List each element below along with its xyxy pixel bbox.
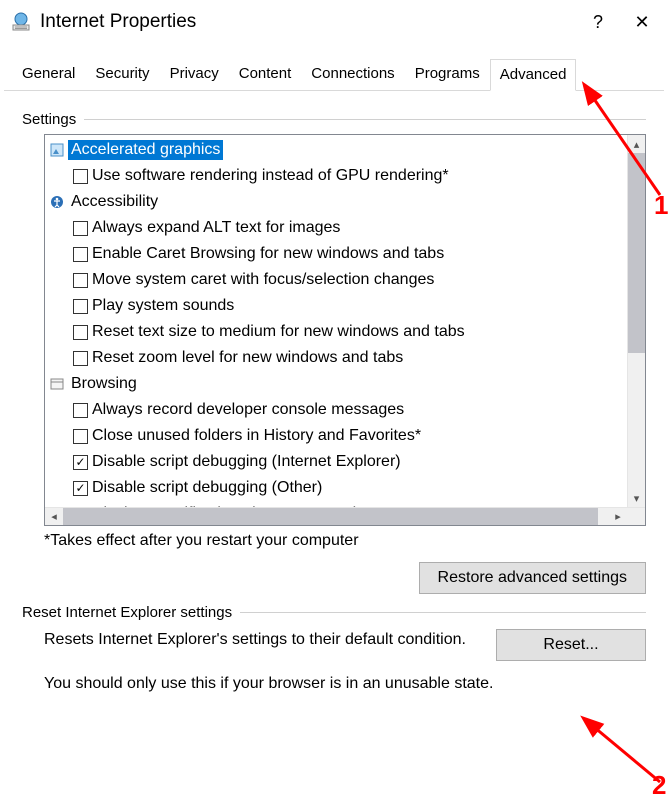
tree-item[interactable]: Always record developer console messages	[45, 397, 627, 423]
tree-item-label: Play system sounds	[92, 297, 234, 315]
scroll-thumb[interactable]	[628, 153, 645, 353]
tab-connections[interactable]: Connections	[301, 58, 404, 90]
checkbox[interactable]	[73, 273, 88, 288]
scroll-track[interactable]	[628, 153, 645, 489]
tree-item-label: Enable Caret Browsing for new windows an…	[92, 245, 444, 263]
tab-general[interactable]: General	[12, 58, 85, 90]
tree-item[interactable]: Reset text size to medium for new window…	[45, 319, 627, 345]
tree-item[interactable]: Reset zoom level for new windows and tab…	[45, 345, 627, 371]
scroll-thumb[interactable]	[63, 508, 598, 525]
tab-advanced[interactable]: Advanced	[490, 59, 577, 91]
tree-item[interactable]: Enable Caret Browsing for new windows an…	[45, 241, 627, 267]
window-title: Internet Properties	[40, 11, 196, 33]
reset-group-label: Reset Internet Explorer settings	[22, 604, 240, 621]
tree-item-label: Disable script debugging (Internet Explo…	[92, 453, 401, 471]
browsing-icon	[49, 376, 65, 392]
tree-item-label: Always record developer console messages	[92, 401, 404, 419]
tree-category-accessibility[interactable]: Accessibility	[45, 189, 627, 215]
checkbox[interactable]	[73, 403, 88, 418]
tree-category-browsing[interactable]: Browsing	[45, 371, 627, 397]
reset-description: Resets Internet Explorer's settings to t…	[44, 629, 476, 651]
checkbox[interactable]	[73, 169, 88, 184]
tab-programs[interactable]: Programs	[405, 58, 490, 90]
tree-item[interactable]: ✓ Disable script debugging (Internet Expl…	[45, 449, 627, 475]
tree-item[interactable]: Use software rendering instead of GPU re…	[45, 163, 627, 189]
annotation-label-2: 2	[652, 770, 666, 801]
scroll-left-button[interactable]: ◂	[45, 508, 63, 525]
tree-category-accelerated-graphics[interactable]: Accelerated graphics	[45, 137, 627, 163]
settings-group-label: Settings	[22, 111, 84, 128]
tree-item[interactable]: Always expand ALT text for images	[45, 215, 627, 241]
tab-security[interactable]: Security	[85, 58, 159, 90]
checkbox[interactable]	[73, 351, 88, 366]
tree-item[interactable]: ✓ Disable script debugging (Other)	[45, 475, 627, 501]
tree-item[interactable]: Play system sounds	[45, 293, 627, 319]
accessibility-icon	[49, 194, 65, 210]
scroll-right-button[interactable]: ▸	[609, 508, 627, 525]
tree-category-label: Browsing	[68, 374, 140, 394]
checkbox[interactable]: ✓	[73, 455, 88, 470]
reset-button[interactable]: Reset...	[496, 629, 646, 661]
tree-item-label: Move system caret with focus/selection c…	[92, 271, 434, 289]
tree-category-label: Accelerated graphics	[68, 140, 223, 160]
scroll-down-button[interactable]: ▾	[628, 489, 645, 507]
tree-item-label: Close unused folders in History and Favo…	[92, 427, 421, 445]
tab-content[interactable]: Content	[229, 58, 302, 90]
group-divider	[84, 119, 646, 120]
help-button[interactable]: ?	[576, 4, 620, 40]
tab-strip: General Security Privacy Content Connect…	[4, 44, 664, 91]
tree-item[interactable]: Move system caret with focus/selection c…	[45, 267, 627, 293]
tab-privacy[interactable]: Privacy	[160, 58, 229, 90]
checkbox[interactable]: ✓	[73, 481, 88, 496]
restore-advanced-settings-button[interactable]: Restore advanced settings	[419, 562, 646, 594]
image-icon	[49, 142, 65, 158]
checkbox[interactable]	[73, 325, 88, 340]
settings-tree: Accelerated graphics Use software render…	[44, 134, 646, 526]
settings-tree-list[interactable]: Accelerated graphics Use software render…	[45, 135, 627, 507]
close-button[interactable]: ✕	[620, 4, 664, 40]
tree-item[interactable]: Close unused folders in History and Favo…	[45, 423, 627, 449]
settings-group: Settings Accelerated graphics Use softwa…	[22, 111, 646, 594]
reset-disclaimer: You should only use this if your browser…	[44, 675, 646, 693]
restart-note: *Takes effect after you restart your com…	[44, 532, 646, 550]
scroll-corner	[627, 508, 645, 525]
checkbox[interactable]	[73, 299, 88, 314]
checkbox[interactable]	[73, 247, 88, 262]
horizontal-scrollbar[interactable]: ◂ ▸	[45, 507, 645, 525]
tab-panel-advanced: Settings Accelerated graphics Use softwa…	[0, 91, 668, 713]
internet-options-icon	[10, 11, 32, 33]
scroll-up-button[interactable]: ▴	[628, 135, 645, 153]
tree-item-label: Always expand ALT text for images	[92, 219, 340, 237]
vertical-scrollbar[interactable]: ▴ ▾	[627, 135, 645, 507]
tree-item-label: Reset zoom level for new windows and tab…	[92, 349, 403, 367]
tree-item-label: Reset text size to medium for new window…	[92, 323, 465, 341]
tree-item-label: Disable script debugging (Other)	[92, 479, 322, 497]
title-bar: Internet Properties ? ✕	[0, 0, 668, 44]
reset-group: Reset Internet Explorer settings Resets …	[22, 604, 646, 693]
checkbox[interactable]	[73, 221, 88, 236]
checkbox[interactable]	[73, 429, 88, 444]
tree-category-label: Accessibility	[68, 192, 161, 212]
group-divider	[240, 612, 646, 613]
tree-item-label: Use software rendering instead of GPU re…	[92, 167, 449, 185]
scroll-track[interactable]	[63, 508, 609, 525]
